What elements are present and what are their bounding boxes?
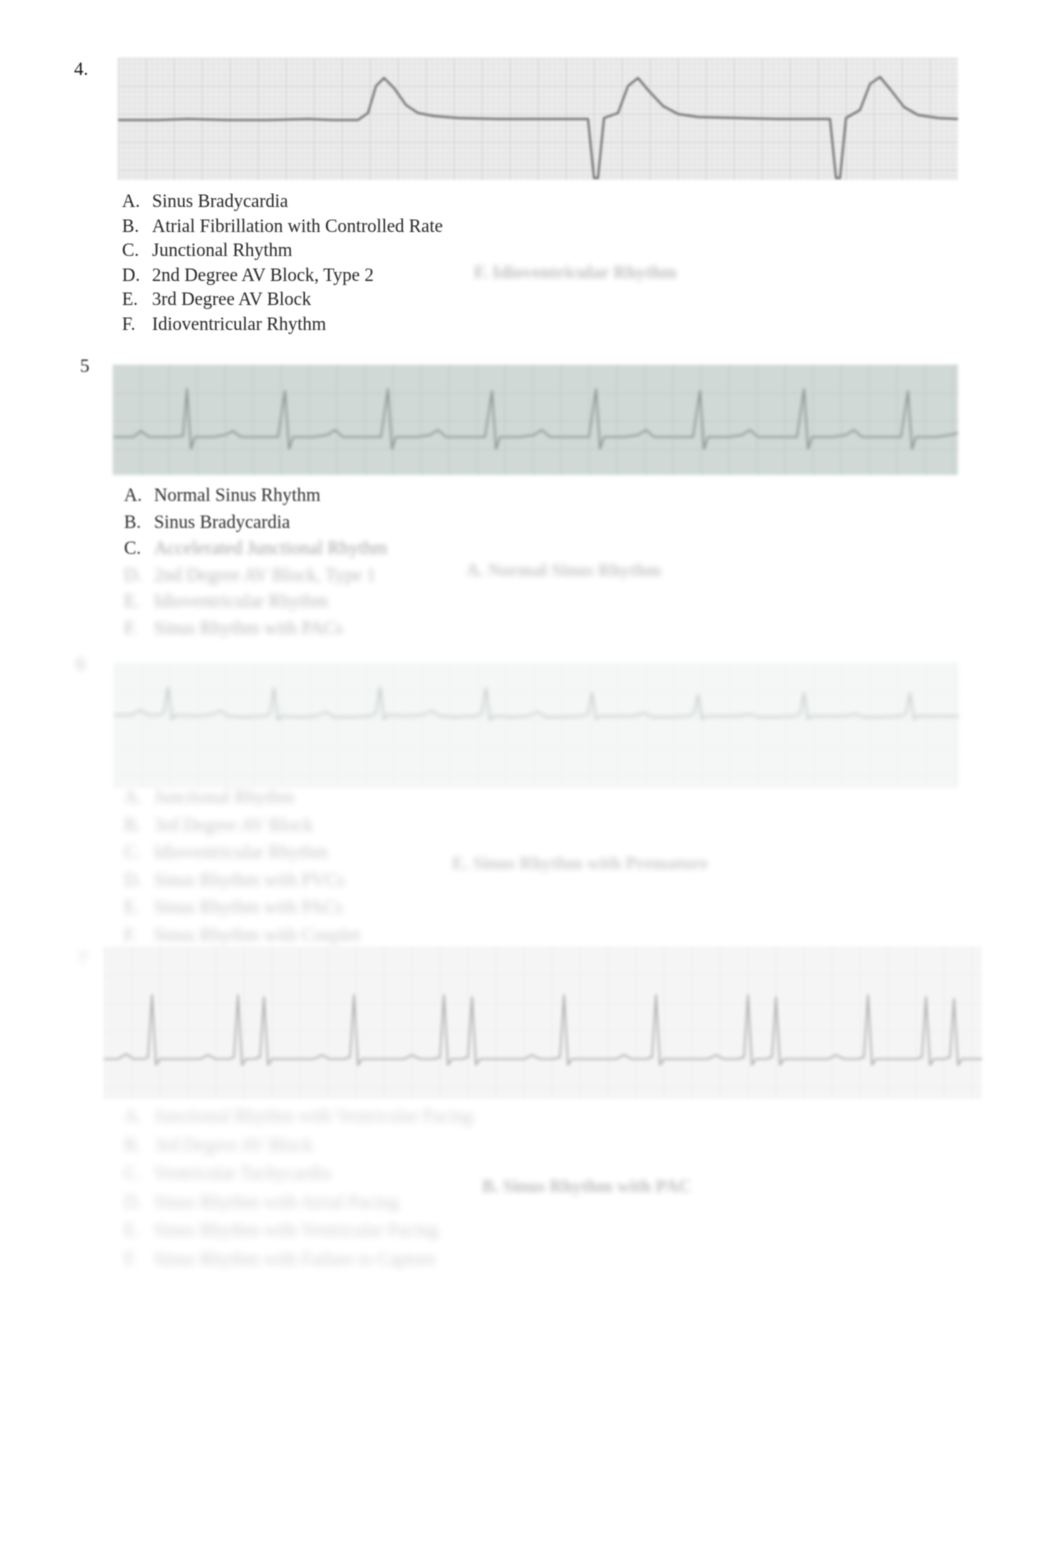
ecg-trace-q5: [113, 365, 958, 475]
option-list-q6: A. Junctional Rhythm B. 3rd Degree AV Bl…: [124, 789, 360, 945]
question-number-5: 5: [80, 356, 90, 377]
option-q7-b[interactable]: B. 3rd Degree AV Block: [124, 1135, 473, 1156]
ecg-trace-q7: [104, 947, 982, 1099]
option-list-q5: A. Normal Sinus Rhythm B. Sinus Bradycar…: [124, 487, 387, 638]
option-text: Sinus Bradycardia: [154, 512, 291, 533]
option-q6-f[interactable]: F. Sinus Rhythm with Couplet: [124, 925, 361, 946]
option-q5-a[interactable]: A. Normal Sinus Rhythm: [124, 487, 387, 506]
ecg-strip-q4: [118, 58, 958, 180]
option-text: Sinus Bradycardia: [152, 192, 289, 212]
option-text: Sinus Rhythm with PACs: [154, 898, 344, 918]
answer-annotation-q6: E. Sinus Rhythm with Premature: [452, 853, 708, 873]
option-q5-d[interactable]: D. 2nd Degree AV Block, Type 1: [124, 565, 387, 586]
option-text: Junctional Rhythm with Ventricular Pacin…: [154, 1107, 474, 1127]
option-letter: C.: [124, 539, 141, 559]
option-q4-d[interactable]: D. 2nd Degree AV Block, Type 2: [122, 265, 443, 286]
option-letter: A.: [124, 1107, 142, 1127]
option-letter: A.: [122, 192, 140, 212]
answer-annotation-q7: B. Sinus Rhythm with PAC: [482, 1176, 692, 1196]
option-q6-c[interactable]: C. Idioventricular Rhythm: [124, 844, 360, 863]
option-letter: D.: [122, 265, 140, 286]
option-text: 2nd Degree AV Block, Type 1: [154, 565, 376, 586]
option-text: Junctional Rhythm: [154, 788, 295, 808]
option-letter: D.: [124, 565, 142, 586]
option-q5-c[interactable]: C. Accelerated Junctional Rhythm: [124, 540, 387, 559]
option-text: 2nd Degree AV Block, Type 2: [152, 265, 374, 286]
option-text: Sinus Rhythm with PVCs: [154, 870, 345, 891]
option-q4-a[interactable]: A. Sinus Bradycardia: [122, 193, 443, 212]
option-letter: A.: [124, 486, 142, 506]
option-letter: F.: [124, 618, 138, 639]
question-number-6: 6: [76, 654, 86, 675]
quiz-page: 4. A. Sinus Bradycardia B. Atrial Fibril…: [0, 0, 1062, 1561]
option-q7-c[interactable]: C. Ventricular Tachycardia: [124, 1165, 473, 1184]
option-q6-a[interactable]: A. Junctional Rhythm: [124, 789, 360, 808]
option-text: Idioventricular Rhythm: [154, 843, 329, 863]
option-q7-f[interactable]: F. Sinus Rhythm with Failure to Capture: [124, 1249, 473, 1270]
option-text: 3rd Degree AV Block: [154, 815, 314, 836]
option-q7-d[interactable]: D. Sinus Rhythm with Atrial Pacing: [124, 1192, 473, 1213]
option-q7-a[interactable]: A. Junctional Rhythm with Ventricular Pa…: [124, 1108, 473, 1127]
question-number-4: 4.: [74, 59, 89, 80]
option-q6-b[interactable]: B. 3rd Degree AV Block: [124, 815, 360, 836]
option-q4-b[interactable]: B. Atrial Fibrillation with Controlled R…: [122, 216, 443, 237]
option-text: Idioventricular Rhythm: [154, 592, 329, 612]
option-letter: F.: [124, 1249, 138, 1270]
option-text: Atrial Fibrillation with Controlled Rate: [152, 216, 443, 237]
option-text: Ventricular Tachycardia: [154, 1164, 331, 1184]
option-letter: E.: [124, 592, 140, 612]
option-text: Sinus Rhythm with Couplet: [154, 925, 361, 946]
option-text: Sinus Rhythm with Ventricular Pacing: [154, 1221, 439, 1241]
option-letter: B.: [124, 1135, 141, 1156]
option-q4-e[interactable]: E. 3rd Degree AV Block: [122, 291, 443, 310]
answer-annotation-q4: F. Idioventricular Rhythm: [474, 262, 677, 282]
option-letter: B.: [124, 512, 141, 533]
option-letter: E.: [124, 898, 140, 918]
option-letter: C.: [124, 1164, 141, 1184]
option-text: Sinus Rhythm with Failure to Capture: [154, 1249, 437, 1270]
option-letter: C.: [122, 241, 139, 261]
option-text: 3rd Degree AV Block: [152, 290, 312, 310]
option-letter: F.: [122, 314, 136, 335]
option-text: Junctional Rhythm: [152, 241, 293, 261]
option-letter: A.: [124, 788, 142, 808]
option-letter: E.: [122, 290, 138, 310]
option-text: Sinus Rhythm with PACs: [154, 618, 344, 639]
option-q5-e[interactable]: E. Idioventricular Rhythm: [124, 593, 387, 612]
option-q4-f[interactable]: F. Idioventricular Rhythm: [122, 314, 443, 335]
option-text: Idioventricular Rhythm: [152, 314, 327, 335]
option-q6-d[interactable]: D. Sinus Rhythm with PVCs: [124, 870, 360, 891]
option-letter: D.: [124, 870, 142, 891]
option-text: Normal Sinus Rhythm: [154, 486, 321, 506]
option-letter: C.: [124, 843, 141, 863]
option-list-q7: A. Junctional Rhythm with Ventricular Pa…: [124, 1108, 473, 1269]
option-list-q4: A. Sinus Bradycardia B. Atrial Fibrillat…: [122, 193, 443, 334]
option-letter: B.: [122, 216, 139, 237]
option-q7-e[interactable]: E. Sinus Rhythm with Ventricular Pacing: [124, 1222, 473, 1241]
option-text: 3rd Degree AV Block: [154, 1135, 314, 1156]
ecg-trace-q4: [118, 58, 958, 180]
option-text: Sinus Rhythm with Atrial Pacing: [154, 1192, 399, 1213]
ecg-strip-q6: [114, 663, 959, 788]
option-letter: D.: [124, 1192, 142, 1213]
option-q6-e[interactable]: E. Sinus Rhythm with PACs: [124, 899, 360, 918]
option-letter: B.: [124, 815, 141, 836]
option-q5-f[interactable]: F. Sinus Rhythm with PACs: [124, 618, 387, 639]
answer-annotation-q5: A. Normal Sinus Rhythm: [466, 560, 662, 580]
question-number-7: 7: [78, 949, 88, 970]
ecg-strip-q7: [104, 947, 982, 1099]
option-letter: F.: [124, 925, 138, 946]
ecg-trace-q6: [114, 663, 959, 788]
option-q5-b[interactable]: B. Sinus Bradycardia: [124, 512, 387, 533]
ecg-strip-q5: [113, 365, 958, 475]
option-letter: E.: [124, 1221, 140, 1241]
option-text: Accelerated Junctional Rhythm: [154, 539, 388, 559]
option-q4-c[interactable]: C. Junctional Rhythm: [122, 242, 443, 261]
